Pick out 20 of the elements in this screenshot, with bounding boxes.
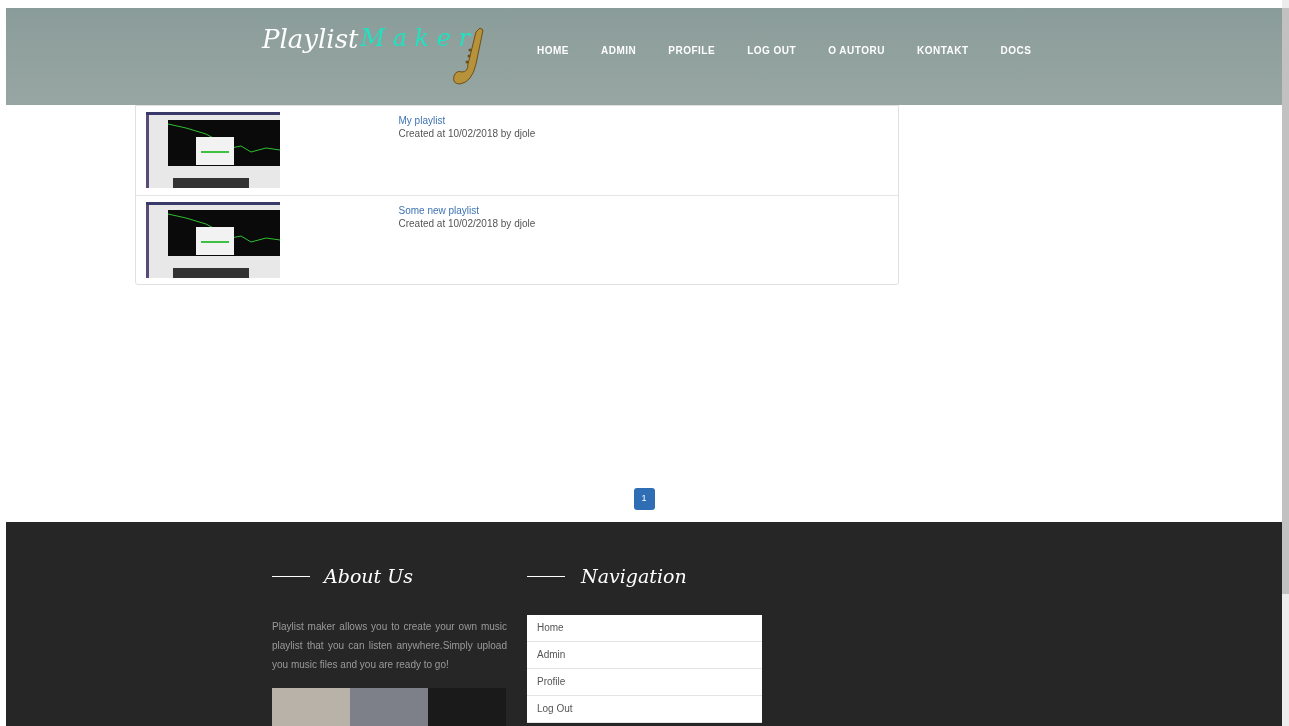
nav-link[interactable]: HOME <box>537 43 569 58</box>
saxophone-icon <box>450 26 486 88</box>
logo-text[interactable]: Playlist <box>262 26 359 52</box>
scrollbar[interactable] <box>1282 0 1289 726</box>
logo-text[interactable]: M a k e r <box>360 26 471 50</box>
about-text: Playlist maker allows you to create your own music playlist that you can listen anywhere.Simply upload you music files and you are ready to go! <box>272 619 507 672</box>
page-button[interactable]: 1 <box>633 488 655 510</box>
nav-link[interactable]: LOG OUT <box>747 43 797 58</box>
playlist-title-link[interactable]: Some new playlist <box>398 204 536 217</box>
footer-nav-link[interactable]: Home <box>527 614 762 642</box>
nav-link[interactable]: O AUTORU <box>828 43 885 58</box>
created-info: Created at 10/02/2018 by djole <box>398 127 536 140</box>
nav-link[interactable]: DOCS <box>1000 43 1032 58</box>
playlist-title-link[interactable]: My playlist <box>398 114 536 127</box>
section-heading: Navigation <box>581 564 687 589</box>
nav-link[interactable]: PROFILE <box>668 43 716 58</box>
section-heading: About Us <box>324 564 413 589</box>
created-info: Created at 10/02/2018 by djole <box>398 217 536 230</box>
nav-link[interactable]: KONTAKT <box>916 43 969 58</box>
nav-link[interactable]: ADMIN <box>601 43 637 58</box>
